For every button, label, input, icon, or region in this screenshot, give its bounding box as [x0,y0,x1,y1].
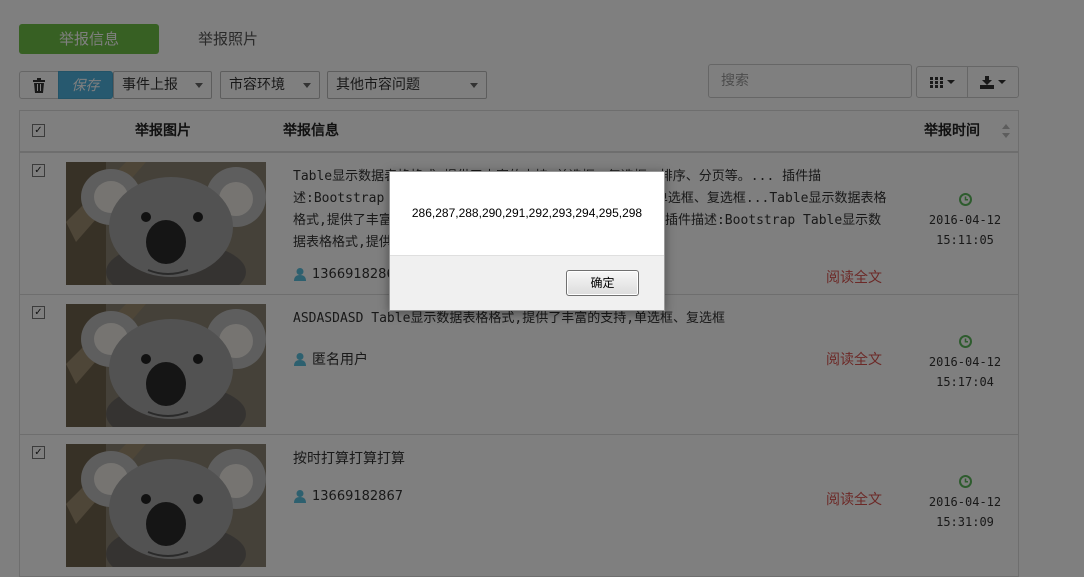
alert-dialog: 286,287,288,290,291,292,293,294,295,298 … [389,171,665,311]
alert-message: 286,287,288,290,291,292,293,294,295,298 [411,206,643,220]
ok-button[interactable]: 确定 [566,270,639,296]
alert-footer: 确定 [390,255,664,310]
